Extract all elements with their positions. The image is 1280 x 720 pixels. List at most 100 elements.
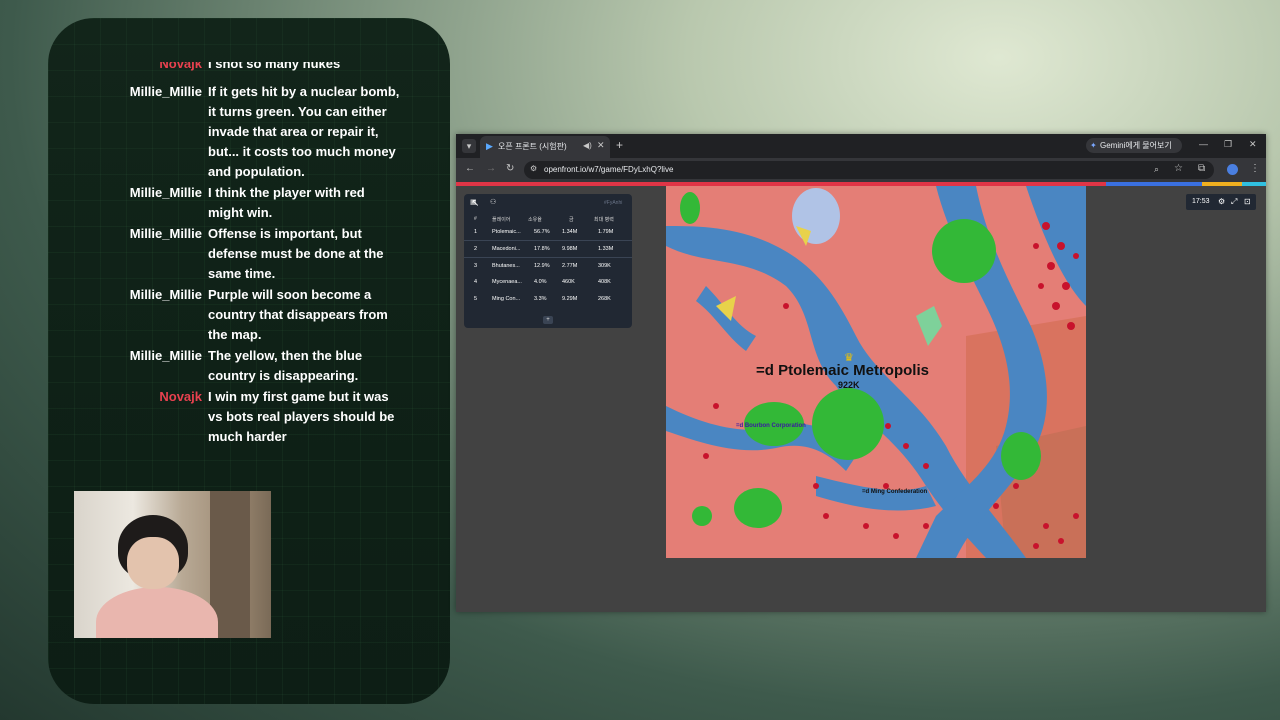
chat-username: Millie_Millie — [129, 348, 202, 363]
nuked-area-center — [812, 388, 884, 460]
chat-message: Millie_Millie The yellow, then the blue … — [48, 346, 450, 386]
row-owned: 3.3% — [534, 296, 547, 302]
forward-button[interactable]: → — [486, 163, 496, 174]
close-window-button[interactable]: ✕ — [1249, 139, 1257, 150]
row-owned: 4.0% — [534, 279, 547, 285]
gemini-button[interactable]: ✦ Gemini에게 물어보기 — [1086, 138, 1182, 153]
row-troops: 1.33M — [598, 246, 614, 252]
tab-title: 오픈 프론트 (시험판) — [498, 142, 567, 151]
game-viewport[interactable]: ♛ =d Ptolemaic Metropolis 922K =d Bourbo… — [456, 186, 1266, 612]
game-map[interactable]: ♛ =d Ptolemaic Metropolis 922K =d Bourbo… — [666, 186, 1086, 558]
leaderboard-row[interactable]: 3 Bhutanes... 12.9% 2.77M 309K — [464, 258, 632, 274]
row-troops: 309K — [598, 263, 611, 269]
chat-message: Millie_Millie Purple will soon become a … — [48, 285, 450, 345]
chat-message: Novajk I win my first game but it was vs… — [48, 387, 450, 447]
nuked-area-southwest — [734, 488, 782, 528]
extensions-icon[interactable]: ⧉ — [1198, 163, 1205, 174]
leaderboard-panel: ▦ ⚇ #FyAnhi # 플레이어 소유율 금 최대 병력 1 Ptolema… — [464, 194, 632, 328]
chat-text: I shot so many nukes — [208, 62, 341, 71]
chat-message: Millie_Millie I think the player with re… — [48, 183, 450, 223]
row-gold: 1.34M — [562, 229, 578, 235]
row-name: Bhutanes... — [492, 263, 520, 269]
row-name: Ptolemaic... — [492, 229, 521, 235]
exit-icon[interactable]: ⊡ — [1244, 197, 1251, 206]
row-troops: 1.79M — [598, 229, 614, 235]
row-gold: 9.98M — [562, 246, 578, 252]
fullscreen-icon[interactable]: ⤢ — [1231, 197, 1237, 207]
header-max-troops[interactable]: 최대 병력 — [594, 216, 614, 223]
row-name: Mycenaea... — [492, 279, 522, 285]
back-button[interactable]: ← — [465, 163, 475, 174]
row-owned: 17.8% — [534, 246, 550, 252]
url-text: openfront.io/w7/game/FDyLxhQ?live — [544, 165, 674, 174]
light-green-territory — [916, 306, 942, 346]
header-player[interactable]: 플레이어 — [492, 216, 510, 223]
mouse-cursor-icon: ↖ — [471, 198, 480, 209]
nuked-area-northwest — [680, 192, 700, 224]
maximize-button[interactable]: ❐ — [1224, 139, 1232, 150]
row-rank: 4 — [474, 279, 478, 285]
leaderboard-row[interactable]: 1 Ptolemaic... 56.7% 1.34M 1.79M — [464, 224, 632, 241]
row-owned: 12.9% — [534, 263, 550, 269]
main-city-label: =d Ptolemaic Metropolis — [756, 362, 929, 379]
settings-gear-icon[interactable]: ⚙ — [1218, 197, 1225, 206]
webcam-feed — [74, 491, 271, 638]
menu-icon[interactable]: ⋮ — [1250, 163, 1260, 174]
row-rank: 1 — [474, 229, 478, 235]
leaderboard-watermark: #FyAnhi — [604, 200, 623, 206]
row-name: Ming Con... — [492, 296, 521, 302]
game-timer: 17:53 — [1192, 198, 1210, 205]
minimize-button[interactable]: — — [1199, 139, 1208, 149]
new-tab-button[interactable]: + — [616, 138, 623, 152]
main-city-population: 922K — [838, 380, 860, 390]
leaderboard-row[interactable]: 4 Mycenaea... 4.0% 460K 408K — [464, 274, 632, 290]
team-toggle-icon[interactable]: ⚇ — [490, 199, 500, 207]
nuked-area-small — [692, 506, 712, 526]
tab-search-button[interactable]: ▾ — [462, 139, 476, 153]
chat-username: Millie_Millie — [129, 84, 202, 99]
profile-avatar[interactable] — [1227, 164, 1238, 175]
chat-text: Purple will soon become a country that d… — [208, 287, 388, 342]
address-bar[interactable]: ⚙ openfront.io/w7/game/FDyLxhQ?live ⌕ ☆ — [524, 161, 1214, 179]
chat-text: I think the player with red might win. — [208, 185, 365, 220]
chat-text: Offense is important, but defense must b… — [208, 226, 384, 281]
header-owned[interactable]: 소유율 — [528, 216, 542, 223]
leaderboard-expand-button[interactable]: + — [543, 316, 553, 324]
chat-username: Millie_Millie — [129, 226, 202, 241]
browser-window: ▾ ▶ 오픈 프론트 (시험판) ◀) ✕ + ✦ Gemini에게 물어보기 … — [456, 134, 1266, 612]
tab-close-icon[interactable]: ✕ — [597, 140, 605, 151]
header-gold[interactable]: 금 — [569, 216, 574, 223]
row-gold: 460K — [562, 279, 575, 285]
bookmark-star-icon[interactable]: ☆ — [1174, 163, 1183, 174]
water-inlet — [696, 286, 756, 351]
row-gold: 2.77M — [562, 263, 578, 269]
chat-text: The yellow, then the blue country is dis… — [208, 348, 363, 383]
openfront-favicon-icon: ▶ — [486, 141, 493, 151]
row-troops: 268K — [598, 296, 611, 302]
leaderboard-row[interactable]: 5 Ming Con... 3.3% 9.29M 268K — [464, 291, 632, 307]
gemini-icon: ✦ — [1090, 141, 1097, 150]
chat-messages: Novajk I shot so many nukes Millie_Milli… — [48, 62, 450, 448]
row-name: Macedoni... — [492, 246, 521, 252]
zoom-icon[interactable]: ⌕ — [1154, 164, 1159, 175]
site-info-icon[interactable]: ⚙ — [530, 164, 537, 173]
row-troops: 408K — [598, 279, 611, 285]
row-rank: 5 — [474, 296, 478, 302]
chat-text: I win my first game but it was vs bots r… — [208, 389, 395, 444]
row-gold: 9.29M — [562, 296, 578, 302]
bourbon-label: =d Bourbon Corporation — [736, 423, 806, 429]
row-rank: 2 — [474, 246, 478, 252]
leaderboard-row[interactable]: 2 Macedoni... 17.8% 9.98M 1.33M — [464, 241, 632, 258]
nuked-area-east — [1001, 432, 1041, 480]
webcam-person-body — [96, 587, 218, 638]
lake — [792, 188, 840, 244]
speaker-icon[interactable]: ◀) — [583, 141, 592, 150]
chat-username: Millie_Millie — [129, 185, 202, 200]
reload-button[interactable]: ↻ — [506, 163, 514, 174]
browser-toolbar: ← → ↻ ⚙ openfront.io/w7/game/FDyLxhQ?liv… — [456, 158, 1266, 182]
row-owned: 56.7% — [534, 229, 550, 235]
tab-openfront[interactable]: ▶ 오픈 프론트 (시험판) ◀) ✕ — [480, 136, 610, 158]
tab-bar: ▾ ▶ 오픈 프론트 (시험판) ◀) ✕ + ✦ Gemini에게 물어보기 … — [456, 134, 1266, 158]
header-rank: # — [474, 216, 477, 222]
chat-username: Novajk — [159, 62, 202, 71]
